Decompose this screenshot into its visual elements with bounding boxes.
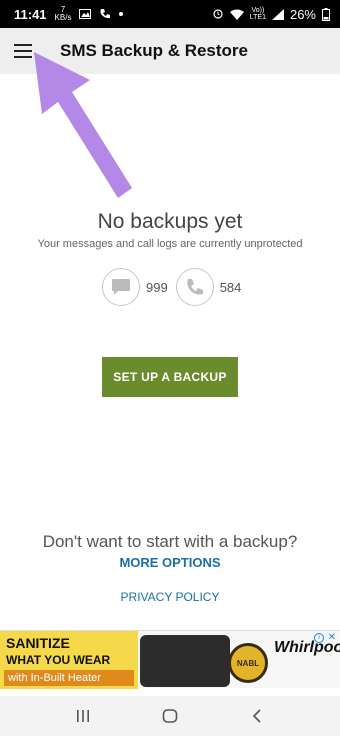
more-options-link[interactable]: MORE OPTIONS xyxy=(0,555,340,570)
back-button[interactable] xyxy=(237,701,277,731)
network-speed: 7 KB/s xyxy=(55,6,72,22)
ad-close-icon[interactable]: ✕ xyxy=(328,632,336,643)
ad-text-block: SANITIZE WHAT YOU WEAR with In-Built Hea… xyxy=(0,631,138,689)
chat-bubble-icon xyxy=(112,279,130,295)
status-bar: 11:41 7 KB/s Vo)) LTE1 26% xyxy=(0,0,340,28)
volte-top: Vo)) xyxy=(251,7,265,14)
empty-state-subtitle: Your messages and call logs are currentl… xyxy=(37,238,303,250)
call-status-icon xyxy=(100,9,111,19)
home-icon xyxy=(162,709,178,723)
home-button[interactable] xyxy=(150,701,190,731)
privacy-policy-link[interactable]: PRIVACY POLICY xyxy=(0,590,340,604)
alarm-icon xyxy=(213,9,223,19)
system-nav-bar xyxy=(0,696,340,736)
image-icon xyxy=(79,9,92,19)
ad-tagline: with In-Built Heater xyxy=(4,670,134,686)
backup-counts: 999 584 xyxy=(102,268,249,306)
alternative-prompt: Don't want to start with a backup? xyxy=(42,532,298,551)
recents-button[interactable] xyxy=(63,701,103,731)
battery-icon xyxy=(322,7,330,21)
back-icon xyxy=(252,709,261,723)
network-speed-unit: KB/s xyxy=(54,13,72,22)
volte-indicator: Vo)) LTE1 xyxy=(250,7,266,21)
nabl-badge: NABL xyxy=(228,643,268,683)
phone-icon xyxy=(187,279,203,295)
messages-count-badge xyxy=(102,268,140,306)
empty-state-title: No backups yet xyxy=(97,210,243,233)
washing-machine-image xyxy=(140,635,230,687)
ad-banner[interactable]: SANITIZE WHAT YOU WEAR with In-Built Hea… xyxy=(0,630,340,689)
calls-count-badge xyxy=(175,268,214,306)
ad-subheadline: WHAT YOU WEAR xyxy=(6,653,111,667)
notification-dot-icon xyxy=(119,12,124,16)
annotation-arrow-icon xyxy=(34,52,132,198)
wifi-icon xyxy=(229,9,244,20)
battery-percent: 26% xyxy=(289,6,316,22)
volte-bottom: LTE1 xyxy=(249,14,266,21)
ad-headline: SANITIZE xyxy=(6,635,70,651)
setup-backup-button[interactable]: SET UP A BACKUP xyxy=(102,357,238,397)
ad-info-icon[interactable]: i xyxy=(314,633,324,643)
status-time: 11:41 xyxy=(14,6,47,22)
messages-count: 999 xyxy=(146,279,168,295)
signal-icon xyxy=(271,8,284,20)
recents-icon xyxy=(77,710,90,722)
calls-count: 584 xyxy=(219,279,242,295)
